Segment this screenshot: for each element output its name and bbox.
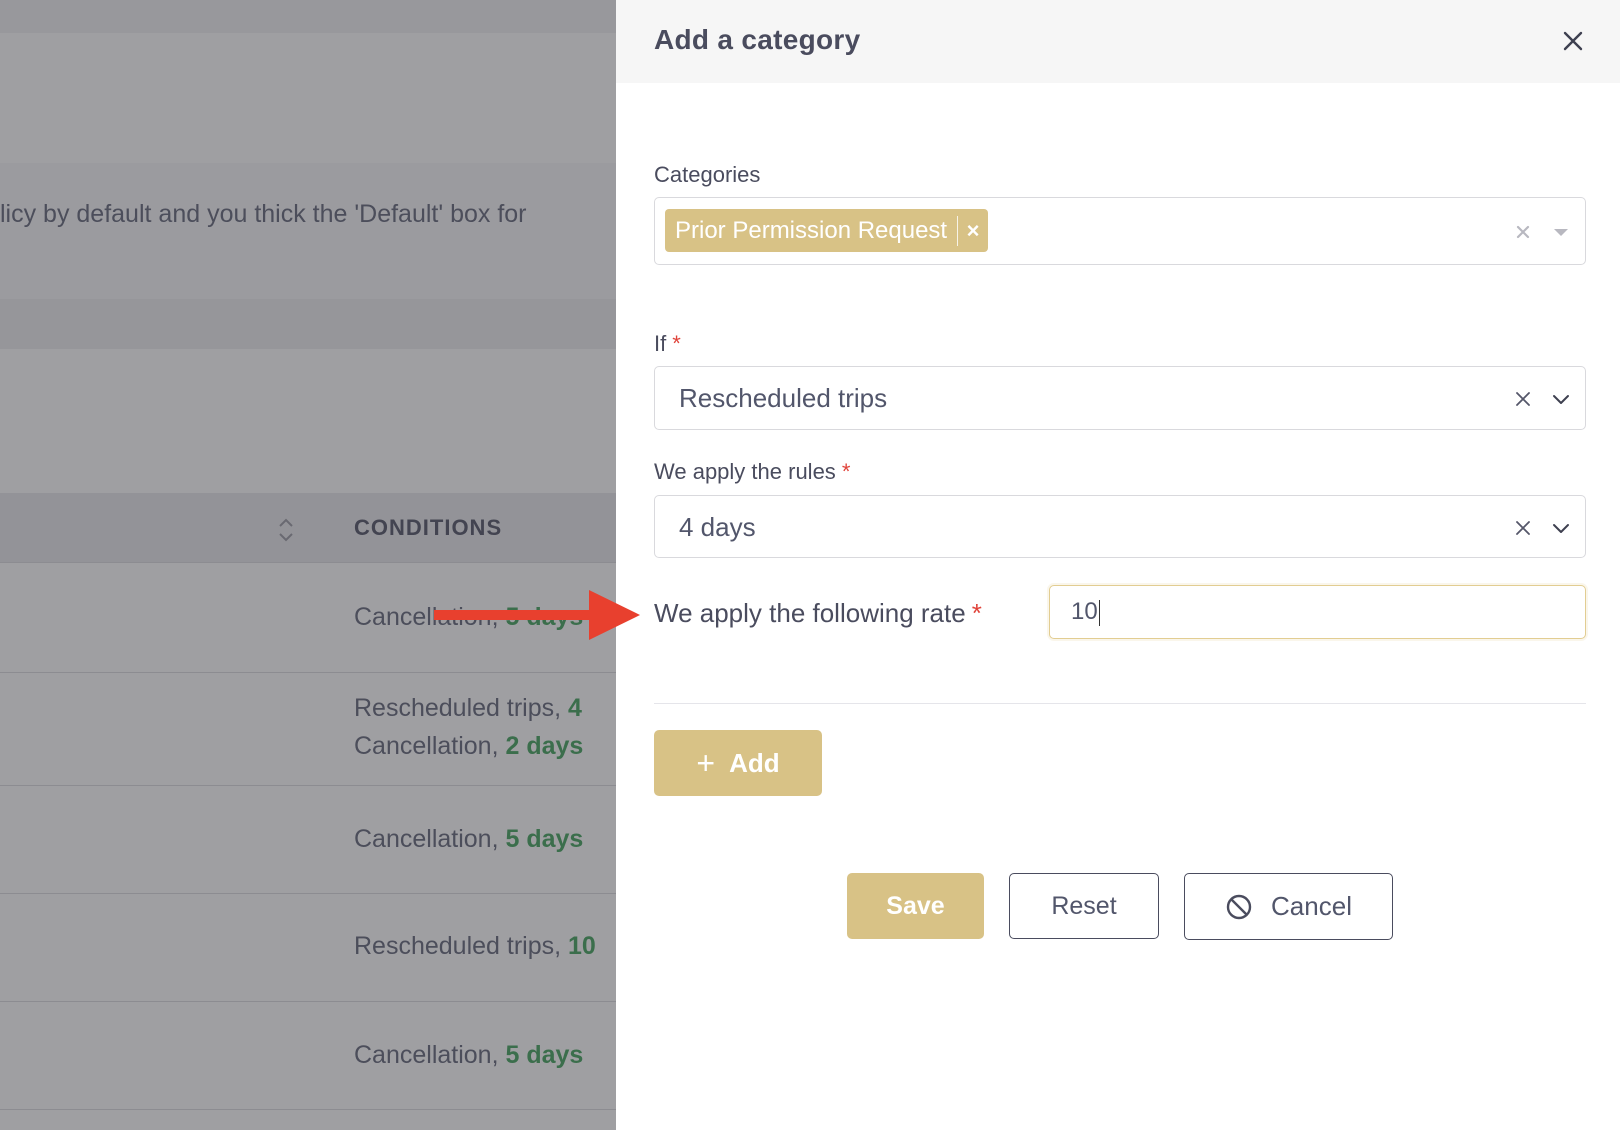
background-table-header [0,493,616,563]
tag-divider [957,215,959,246]
clear-selection-icon[interactable] [1513,518,1533,538]
chevron-down-icon[interactable] [1551,389,1571,409]
categories-label: Categories [654,162,761,187]
remove-tag-icon[interactable]: × [958,218,988,244]
required-asterisk: * [971,598,982,628]
table-row: Rescheduled trips, 10 [0,894,616,1002]
close-button[interactable] [1558,26,1588,56]
caret-down-icon[interactable] [1551,222,1571,242]
condition-cell: Cancellation, 2 days [354,732,584,760]
rate-input[interactable]: 10 [1049,585,1586,639]
background-header [0,33,616,163]
selected-category-label: Prior Permission Request [675,216,948,244]
add-button-label: Add [729,747,780,778]
chevron-down-icon[interactable] [1551,518,1571,538]
background-page: licy by default and you thick the 'Defau… [0,0,616,1130]
background-band [0,299,616,349]
clear-selection-icon[interactable] [1513,222,1533,242]
annotation-arrow-icon [434,590,640,640]
reset-button[interactable]: Reset [1009,873,1159,939]
conditions-column-header: CONDITIONS [354,515,503,540]
cancel-button-label: Cancel [1271,891,1352,921]
background-top-band [0,0,616,33]
plus-icon: + [696,745,716,781]
background-notice-text: licy by default and you thick the 'Defau… [0,200,527,228]
save-button[interactable]: Save [847,873,984,939]
text-cursor [1098,599,1101,626]
required-asterisk: * [841,459,851,484]
rules-select-value: 4 days [679,512,756,542]
selected-category-tag: Prior Permission Request × [665,209,989,252]
add-button[interactable]: + Add [654,730,822,796]
condition-cell: Cancellation, 5 days [354,1041,584,1069]
ban-icon [1226,894,1252,919]
if-select[interactable]: Rescheduled trips [654,366,1586,430]
table-row: Rescheduled trips, 4 Cancellation, 2 day… [0,673,616,786]
rules-label: We apply the rules * [654,459,851,484]
add-category-drawer: Add a category Categories Prior Permissi… [616,0,1620,1130]
table-row: Cancellation, 5 days [0,1002,616,1110]
sort-icon[interactable] [276,516,296,544]
rate-label: We apply the following rate * [654,598,982,628]
clear-selection-icon[interactable] [1513,389,1533,409]
condition-cell: Rescheduled trips, 10 [354,932,596,960]
drawer-title: Add a category [654,24,861,55]
required-asterisk: * [672,331,681,356]
categories-select[interactable]: Prior Permission Request × [654,197,1586,265]
rules-select[interactable]: 4 days [654,495,1586,558]
background-notice-band [0,163,616,299]
rate-input-value: 10 [1071,598,1101,626]
if-label: If * [654,331,681,356]
cancel-button[interactable]: Cancel [1184,873,1393,940]
condition-cell: Rescheduled trips, 4 [354,694,582,722]
close-icon [1563,31,1583,51]
divider [654,703,1586,704]
if-select-value: Rescheduled trips [679,383,888,413]
table-row: Cancellation, 5 days [0,786,616,894]
background-band [0,349,616,493]
drawer-header: Add a category [616,0,1620,83]
condition-cell: Cancellation, 5 days [354,825,584,853]
